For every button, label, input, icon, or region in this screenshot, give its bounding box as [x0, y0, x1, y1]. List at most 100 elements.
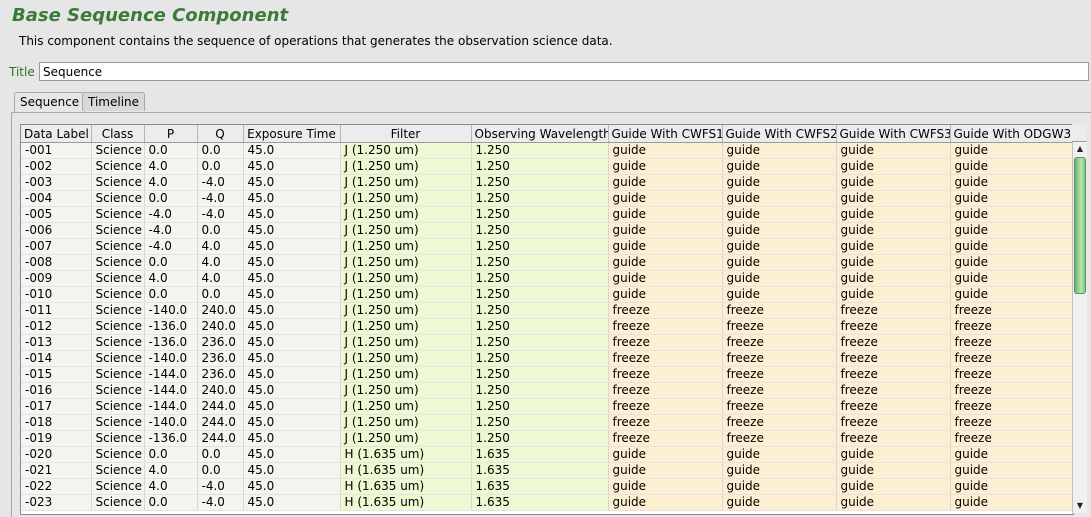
table-cell[interactable]: freeze — [722, 318, 837, 335]
table-cell[interactable]: 0.0 — [197, 446, 244, 463]
table-cell[interactable]: -136.0 — [144, 430, 198, 447]
table-cell[interactable]: 244.0 — [197, 414, 244, 431]
table-cell[interactable]: guide — [836, 206, 951, 223]
tab-timeline[interactable]: Timeline — [82, 92, 146, 111]
table-cell[interactable]: freeze — [836, 398, 951, 415]
table-cell[interactable]: guide — [722, 142, 837, 159]
table-cell[interactable]: -4.0 — [197, 174, 244, 191]
table-cell[interactable]: J (1.250 um) — [340, 222, 472, 239]
table-cell[interactable]: Science — [91, 478, 145, 495]
table-cell[interactable]: guide — [950, 254, 1073, 271]
column-header[interactable]: Data Label — [21, 125, 92, 143]
table-cell[interactable]: 240.0 — [197, 302, 244, 319]
table-cell[interactable]: 1.250 — [471, 318, 609, 335]
table-cell[interactable]: guide — [608, 222, 723, 239]
table-row[interactable]: -010 Science 0.0 0.0 45.0 J (1.250 um) 1.250 gu… — [21, 286, 1073, 303]
table-cell[interactable]: guide — [836, 254, 951, 271]
table-cell[interactable]: guide — [836, 222, 951, 239]
table-cell[interactable]: 1.250 — [471, 382, 609, 399]
table-cell[interactable]: 45.0 — [243, 414, 341, 431]
table-cell[interactable]: -144.0 — [144, 382, 198, 399]
arrow-up-icon[interactable]: ▲ — [1073, 142, 1087, 156]
table-cell[interactable]: Science — [91, 142, 145, 159]
table-cell[interactable]: 45.0 — [243, 462, 341, 479]
table-cell[interactable]: freeze — [836, 334, 951, 351]
table-cell[interactable]: Science — [91, 430, 145, 447]
table-cell[interactable]: 236.0 — [197, 366, 244, 383]
table-cell[interactable]: 1.250 — [471, 270, 609, 287]
table-row[interactable]: -022 Science 4.0 -4.0 45.0 H (1.635 um) 1.635 g… — [21, 478, 1073, 495]
table-cell[interactable]: freeze — [950, 414, 1073, 431]
table-cell[interactable]: guide — [950, 206, 1073, 223]
table-cell[interactable]: -140.0 — [144, 302, 198, 319]
table-cell[interactable]: Science — [91, 286, 145, 303]
table-cell[interactable]: freeze — [950, 382, 1073, 399]
table-cell[interactable]: guide — [950, 494, 1073, 511]
table-cell[interactable]: -140.0 — [144, 414, 198, 431]
table-cell[interactable]: 0.0 — [197, 222, 244, 239]
table-cell[interactable]: guide — [836, 142, 951, 159]
table-cell[interactable]: Science — [91, 270, 145, 287]
table-cell[interactable]: guide — [722, 478, 837, 495]
table-cell[interactable]: J (1.250 um) — [340, 286, 472, 303]
table-cell[interactable]: 1.250 — [471, 398, 609, 415]
table-cell[interactable]: Science — [91, 174, 145, 191]
table-cell[interactable]: guide — [722, 238, 837, 255]
table-row[interactable]: -015 Science -144.0 236.0 45.0 J (1.250 um) 1.… — [21, 366, 1073, 383]
table-cell[interactable]: 1.250 — [471, 174, 609, 191]
table-cell[interactable]: Science — [91, 446, 145, 463]
table-cell[interactable]: guide — [950, 238, 1073, 255]
arrow-down-icon[interactable]: ▼ — [1073, 499, 1087, 513]
table-row[interactable]: -001 Science 0.0 0.0 45.0 J (1.250 um) 1.250 gu… — [21, 142, 1073, 159]
table-cell[interactable]: -009 — [21, 270, 92, 287]
table-cell[interactable]: J (1.250 um) — [340, 302, 472, 319]
table-cell[interactable]: guide — [836, 494, 951, 511]
table-row[interactable]: -018 Science -140.0 244.0 45.0 J (1.250 um) 1.… — [21, 414, 1073, 431]
table-cell[interactable]: Science — [91, 398, 145, 415]
table-cell[interactable]: J (1.250 um) — [340, 174, 472, 191]
table-cell[interactable]: J (1.250 um) — [340, 398, 472, 415]
table-cell[interactable]: 4.0 — [197, 270, 244, 287]
table-cell[interactable]: guide — [950, 478, 1073, 495]
table-cell[interactable]: -144.0 — [144, 398, 198, 415]
column-header[interactable]: P — [144, 125, 198, 143]
table-cell[interactable]: freeze — [722, 382, 837, 399]
table-cell[interactable]: 1.250 — [471, 222, 609, 239]
table-cell[interactable]: 45.0 — [243, 398, 341, 415]
table-cell[interactable]: guide — [836, 478, 951, 495]
table-cell[interactable]: 45.0 — [243, 142, 341, 159]
table-cell[interactable]: 45.0 — [243, 190, 341, 207]
table-cell[interactable]: 45.0 — [243, 254, 341, 271]
table-cell[interactable]: freeze — [722, 302, 837, 319]
table-row[interactable]: -008 Science 0.0 4.0 45.0 J (1.250 um) 1.250 gu… — [21, 254, 1073, 271]
table-cell[interactable]: 0.0 — [197, 142, 244, 159]
column-header[interactable]: Guide With ODGW3 — [950, 125, 1073, 143]
table-row[interactable]: -012 Science -136.0 240.0 45.0 J (1.250 um) 1.… — [21, 318, 1073, 335]
table-cell[interactable]: J (1.250 um) — [340, 206, 472, 223]
table-cell[interactable]: 0.0 — [197, 286, 244, 303]
table-cell[interactable]: guide — [950, 446, 1073, 463]
table-row[interactable]: -014 Science -140.0 236.0 45.0 J (1.250 um) 1.… — [21, 350, 1073, 367]
table-cell[interactable]: 4.0 — [144, 158, 198, 175]
table-cell[interactable]: freeze — [608, 366, 723, 383]
table-cell[interactable]: -010 — [21, 286, 92, 303]
table-cell[interactable]: -005 — [21, 206, 92, 223]
table-cell[interactable]: freeze — [608, 398, 723, 415]
table-cell[interactable]: guide — [722, 206, 837, 223]
table-cell[interactable]: 45.0 — [243, 478, 341, 495]
table-cell[interactable]: 1.250 — [471, 286, 609, 303]
table-cell[interactable]: H (1.635 um) — [340, 446, 472, 463]
table-cell[interactable]: freeze — [608, 414, 723, 431]
table-cell[interactable]: 45.0 — [243, 366, 341, 383]
table-cell[interactable]: guide — [836, 286, 951, 303]
table-cell[interactable]: freeze — [950, 398, 1073, 415]
table-row[interactable]: -019 Science -136.0 244.0 45.0 J (1.250 um) 1.… — [21, 430, 1073, 447]
table-cell[interactable]: freeze — [836, 350, 951, 367]
table-cell[interactable]: -012 — [21, 318, 92, 335]
table-cell[interactable]: guide — [836, 462, 951, 479]
table-cell[interactable]: freeze — [836, 318, 951, 335]
title-input[interactable] — [39, 62, 1089, 81]
table-cell[interactable]: -008 — [21, 254, 92, 271]
table-cell[interactable]: 1.635 — [471, 462, 609, 479]
table-cell[interactable]: Science — [91, 350, 145, 367]
